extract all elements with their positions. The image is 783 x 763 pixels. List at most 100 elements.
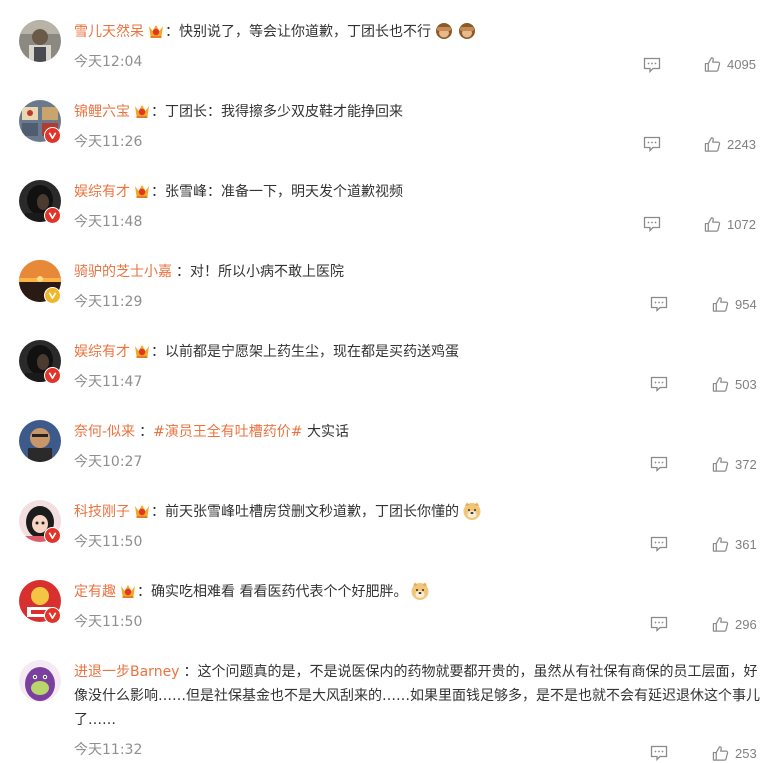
thumbs-up-icon	[712, 745, 729, 761]
colon: ：	[176, 264, 190, 280]
verified-badge-icon	[44, 367, 61, 384]
doge-emoji	[463, 502, 481, 520]
comment-icon[interactable]	[650, 296, 668, 312]
comment-text: 确实吃相难看 看看医药代表个个好肥胖。	[151, 584, 408, 600]
thumbs-up-icon	[712, 296, 729, 312]
comment-time: 今天12:04	[74, 54, 143, 70]
thumbs-up-icon	[704, 56, 721, 72]
comment-content: 雪儿天然呆 ：快别说了，等会让你道歉，丁团长也不行	[74, 20, 769, 44]
avatar[interactable]	[19, 660, 61, 702]
colon: ：	[151, 104, 165, 120]
comment-content: 娱综有才 ：张雪峰：准备一下，明天发个道歉视频	[74, 180, 769, 204]
thumbs-up-icon	[712, 616, 729, 632]
comment-icon[interactable]	[643, 136, 661, 152]
colon: ：	[165, 24, 179, 40]
like-count: 954	[735, 296, 757, 312]
like-button[interactable]: 2243	[704, 134, 756, 154]
comment-icon[interactable]	[650, 745, 668, 761]
verified-badge-icon	[44, 527, 61, 544]
like-button[interactable]: 1072	[704, 214, 756, 234]
comment-icon[interactable]	[650, 456, 668, 472]
comment-content: 定有趣 ：确实吃相难看 看看医药代表个个好肥胖。	[74, 580, 769, 604]
username[interactable]: 骑驴的芝士小嘉	[74, 264, 172, 280]
comment-text: 以前都是宁愿架上药生尘，现在都是买药送鸡蛋	[165, 344, 459, 360]
vip-crown-icon	[135, 105, 149, 118]
comment-content: 奈何-似来 ：#演员王全有吐槽药价# 大实话	[74, 420, 769, 444]
topic-link[interactable]: #演员王全有吐槽药价#	[153, 424, 302, 440]
comment-time: 今天11:48	[74, 214, 143, 230]
verified-badge-icon	[44, 207, 61, 224]
verified-badge-icon	[44, 287, 61, 304]
colon: ：	[151, 504, 165, 520]
comment-text: 大实话	[302, 424, 349, 440]
comment-time: 今天11:29	[74, 294, 143, 310]
comment-text: 前天张雪峰吐槽房贷删文秒道歉，丁团长你懂的	[165, 504, 459, 520]
avatar[interactable]	[19, 20, 61, 62]
comment-icon[interactable]	[650, 536, 668, 552]
thumbs-up-icon	[712, 456, 729, 472]
comment-time: 今天11:26	[74, 134, 143, 150]
comment-icon[interactable]	[643, 57, 661, 73]
comment-time: 今天11:50	[74, 534, 143, 550]
thumbs-up-icon	[704, 136, 721, 152]
like-count: 361	[735, 536, 757, 552]
avatar[interactable]	[19, 420, 61, 462]
username[interactable]: 进退一步Barney	[74, 664, 179, 680]
thumbs-up-icon	[704, 216, 721, 232]
like-count: 4095	[727, 56, 756, 72]
colon: ：	[139, 424, 154, 440]
comment-text: 张雪峰：准备一下，明天发个道歉视频	[165, 184, 403, 200]
vip-crown-icon	[135, 505, 149, 518]
like-button[interactable]: 503	[712, 374, 757, 394]
vip-crown-icon	[135, 345, 149, 358]
verified-badge-icon	[44, 607, 61, 624]
colon: ：	[151, 344, 165, 360]
comment-content: 娱综有才 ：以前都是宁愿架上药生尘，现在都是买药送鸡蛋	[74, 340, 769, 364]
verified-badge-icon	[44, 127, 61, 144]
comment-content: 进退一步Barney ：这个问题真的是，不是说医保内的药物就要都开贵的，虽然从有社…	[74, 660, 769, 732]
comment-text: 快别说了，等会让你道歉，丁团长也不行	[179, 24, 431, 40]
like-count: 372	[735, 456, 757, 472]
username[interactable]: 娱综有才	[74, 344, 130, 360]
username[interactable]: 娱综有才	[74, 184, 130, 200]
username[interactable]: 定有趣	[74, 584, 116, 600]
thumbs-up-icon	[712, 376, 729, 392]
vip-crown-icon	[149, 25, 163, 38]
comment-content: 锦鲤六宝 ：丁团长：我得擦多少双皮鞋才能挣回来	[74, 100, 769, 124]
doge-emoji	[411, 582, 429, 600]
like-button[interactable]: 296	[712, 614, 757, 634]
comment-icon[interactable]	[650, 616, 668, 632]
like-button[interactable]: 361	[712, 534, 757, 554]
like-button[interactable]: 954	[712, 294, 757, 314]
like-button[interactable]: 4095	[704, 54, 756, 74]
like-button[interactable]: 372	[712, 454, 757, 474]
comment-text: 丁团长：我得擦多少双皮鞋才能挣回来	[165, 104, 403, 120]
username[interactable]: 科技刚子	[74, 504, 130, 520]
like-count: 2243	[727, 136, 756, 152]
vip-crown-icon	[135, 185, 149, 198]
comment-text: 对！所以小病不敢上医院	[190, 264, 344, 280]
comment-content: 骑驴的芝士小嘉 ：对！所以小病不敢上医院	[74, 260, 769, 284]
like-count: 253	[735, 745, 757, 761]
like-button[interactable]: 253	[712, 743, 757, 763]
thumbs-up-icon	[712, 536, 729, 552]
like-count: 1072	[727, 216, 756, 232]
comment-icon[interactable]	[643, 216, 661, 232]
comment-content: 科技刚子 ：前天张雪峰吐槽房贷删文秒道歉，丁团长你懂的	[74, 500, 769, 524]
username[interactable]: 雪儿天然呆	[74, 24, 144, 40]
colon: ：	[137, 584, 151, 600]
see-no-evil-monkey-emoji	[436, 23, 452, 39]
comment-time: 今天11:32	[74, 742, 143, 758]
comment-time: 今天10:27	[74, 454, 143, 470]
like-count: 296	[735, 616, 757, 632]
colon: ：	[183, 664, 198, 680]
see-no-evil-monkey-emoji	[459, 23, 475, 39]
comment-time: 今天11:47	[74, 374, 143, 390]
comment-icon[interactable]	[650, 376, 668, 392]
username[interactable]: 奈何-似来	[74, 424, 135, 440]
like-count: 503	[735, 376, 757, 392]
colon: ：	[151, 184, 165, 200]
username[interactable]: 锦鲤六宝	[74, 104, 130, 120]
comment-time: 今天11:50	[74, 614, 143, 630]
vip-crown-icon	[121, 585, 135, 598]
